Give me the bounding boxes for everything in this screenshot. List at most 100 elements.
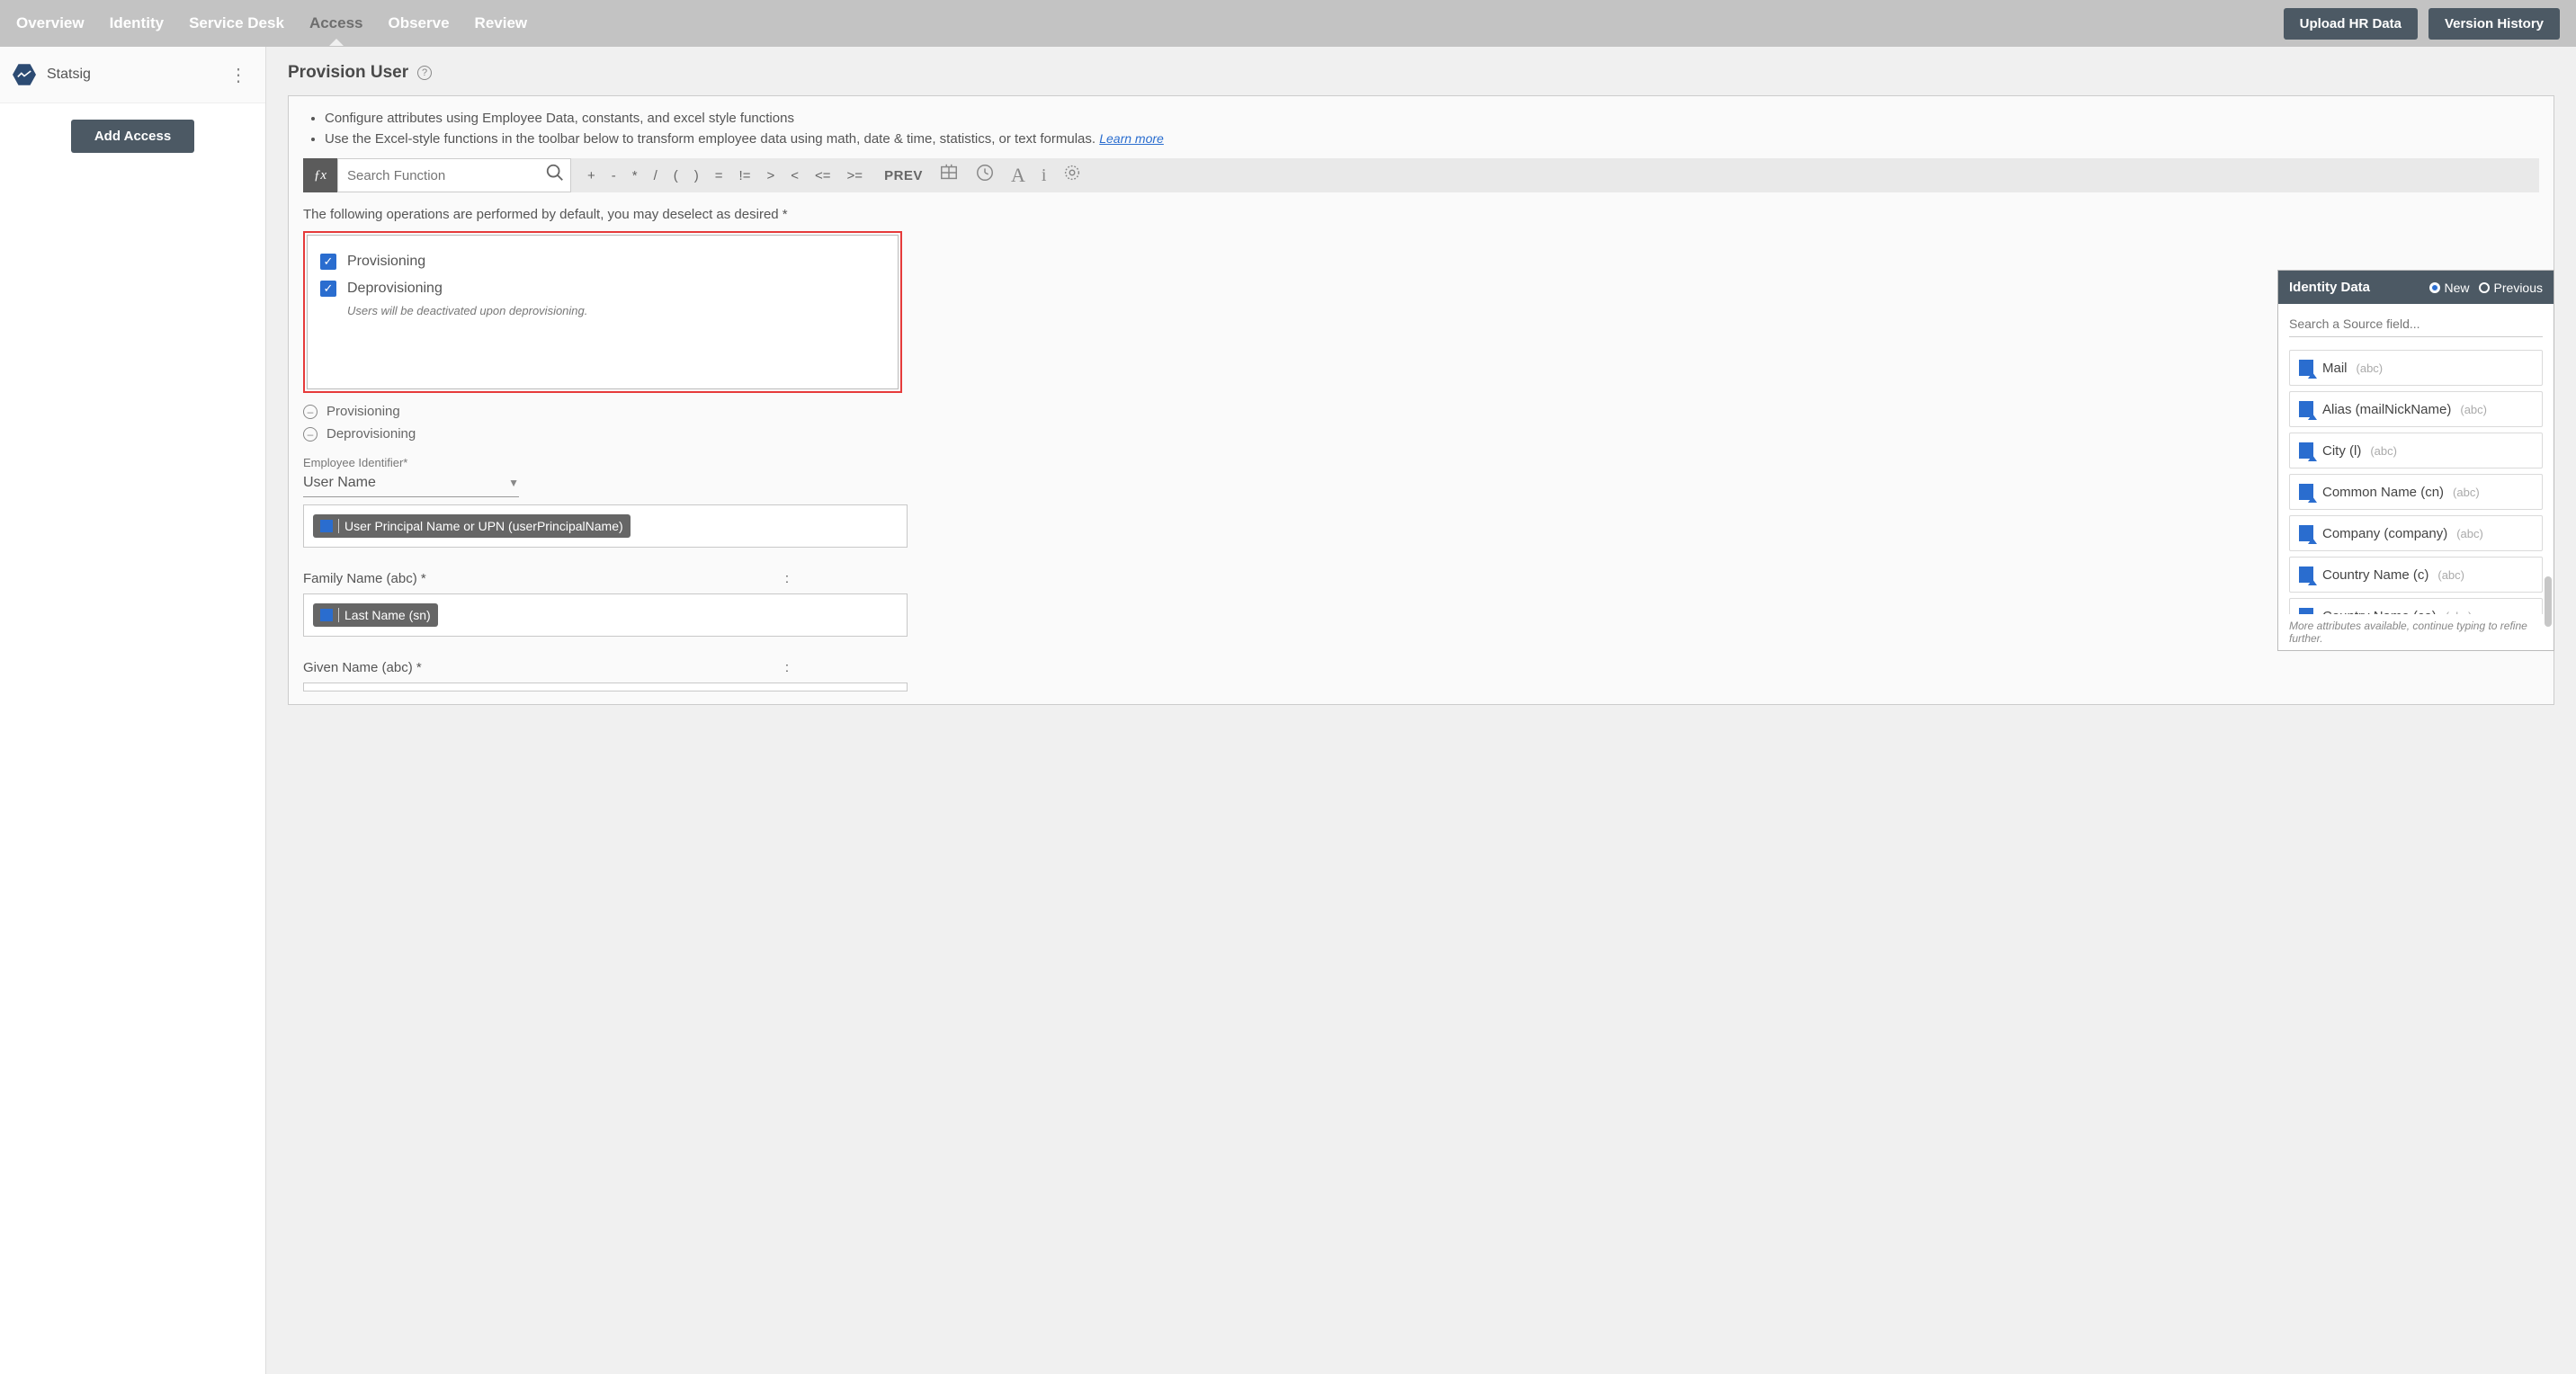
operator-bar: + - * / ( ) = != > < <= >= PREV bbox=[571, 163, 1098, 188]
deprovisioning-note: Users will be deactivated upon deprovisi… bbox=[347, 304, 885, 317]
tab-overview[interactable]: Overview bbox=[16, 2, 85, 45]
tab-access[interactable]: Access bbox=[309, 2, 363, 45]
source-icon bbox=[2299, 484, 2313, 500]
expand-provisioning-label: Provisioning bbox=[326, 404, 400, 419]
more-attributes-note: More attributes available, continue typi… bbox=[2278, 614, 2554, 650]
upn-chip-label: User Principal Name or UPN (userPrincipa… bbox=[338, 519, 623, 533]
grid-icon[interactable] bbox=[939, 163, 959, 188]
function-toolbar: ƒx + - * / ( ) = != > < bbox=[303, 158, 2539, 192]
op-mult[interactable]: * bbox=[632, 168, 638, 183]
kebab-menu-icon[interactable]: ⋮ bbox=[224, 64, 253, 86]
field-company[interactable]: Company (company)(abc) bbox=[2289, 515, 2543, 551]
family-name-token-input[interactable]: Last Name (sn) bbox=[303, 593, 908, 637]
settings-icon[interactable] bbox=[1062, 163, 1082, 188]
identity-search-input[interactable] bbox=[2289, 311, 2543, 337]
field-country-c[interactable]: Country Name (c)(abc) bbox=[2289, 557, 2543, 593]
provisioning-label: Provisioning bbox=[347, 254, 425, 270]
employee-identifier-select[interactable]: User Name ▼ bbox=[303, 469, 519, 497]
tab-review[interactable]: Review bbox=[475, 2, 528, 45]
family-name-label: Family Name (abc) * bbox=[303, 571, 426, 586]
add-access-button[interactable]: Add Access bbox=[71, 120, 194, 153]
source-icon bbox=[320, 609, 333, 621]
provisioning-checkbox[interactable] bbox=[320, 254, 336, 270]
field-country-co[interactable]: Country Name (co)(abc) bbox=[2289, 598, 2543, 614]
tab-identity[interactable]: Identity bbox=[110, 2, 164, 45]
given-name-token-input[interactable] bbox=[303, 683, 908, 691]
info-line-2: Use the Excel-style functions in the too… bbox=[325, 129, 2539, 150]
info-icon[interactable]: i bbox=[1042, 165, 1047, 186]
source-icon bbox=[2299, 567, 2313, 583]
fx-icon: ƒx bbox=[303, 158, 337, 192]
op-minus[interactable]: - bbox=[612, 168, 616, 183]
tab-observe[interactable]: Observe bbox=[389, 2, 450, 45]
op-gt[interactable]: > bbox=[766, 168, 774, 183]
op-plus[interactable]: + bbox=[587, 168, 595, 183]
learn-more-link[interactable]: Learn more bbox=[1099, 131, 1164, 146]
main-content: Provision User ? Configure attributes us… bbox=[266, 47, 2576, 1374]
help-icon[interactable]: ? bbox=[417, 66, 432, 80]
lastname-chip-label: Last Name (sn) bbox=[338, 608, 431, 622]
colon-separator: : bbox=[785, 571, 789, 586]
upn-chip[interactable]: User Principal Name or UPN (userPrincipa… bbox=[313, 514, 631, 538]
op-div[interactable]: / bbox=[654, 168, 657, 183]
op-gte[interactable]: >= bbox=[847, 168, 863, 183]
op-rparen[interactable]: ) bbox=[694, 168, 699, 183]
collapse-icon: – bbox=[303, 405, 318, 419]
employee-identifier-label: Employee Identifier* bbox=[303, 456, 2539, 469]
source-icon bbox=[2299, 360, 2313, 376]
lastname-chip[interactable]: Last Name (sn) bbox=[313, 603, 438, 627]
sidebar: Statsig ⋮ Add Access bbox=[0, 47, 266, 1374]
config-panel: Configure attributes using Employee Data… bbox=[288, 95, 2554, 705]
identity-panel-title: Identity Data bbox=[2289, 280, 2420, 295]
deprovisioning-label: Deprovisioning bbox=[347, 281, 443, 297]
identity-field-list[interactable]: Mail(abc) Alias (mailNickName)(abc) City… bbox=[2278, 344, 2554, 614]
source-icon bbox=[2299, 525, 2313, 541]
nav-tabs: Overview Identity Service Desk Access Ob… bbox=[16, 2, 2284, 45]
search-icon[interactable] bbox=[545, 163, 565, 188]
operations-instruction: The following operations are performed b… bbox=[303, 207, 2539, 222]
colon-separator: : bbox=[785, 660, 789, 675]
tab-service-desk[interactable]: Service Desk bbox=[189, 2, 284, 45]
collapse-icon: – bbox=[303, 427, 318, 442]
info-line-1: Configure attributes using Employee Data… bbox=[325, 109, 2539, 129]
scrollbar-thumb[interactable] bbox=[2545, 576, 2552, 627]
expand-deprovisioning[interactable]: – Deprovisioning bbox=[303, 426, 2539, 442]
field-common-name[interactable]: Common Name (cn)(abc) bbox=[2289, 474, 2543, 510]
source-icon bbox=[2299, 401, 2313, 417]
employee-identifier-value: User Name bbox=[303, 475, 376, 491]
field-alias[interactable]: Alias (mailNickName)(abc) bbox=[2289, 391, 2543, 427]
upload-hr-data-button[interactable]: Upload HR Data bbox=[2284, 8, 2418, 40]
app-logo-icon bbox=[13, 63, 36, 86]
text-icon[interactable]: A bbox=[1011, 164, 1025, 187]
upn-token-input[interactable]: User Principal Name or UPN (userPrincipa… bbox=[303, 504, 908, 548]
op-lparen[interactable]: ( bbox=[674, 168, 678, 183]
top-nav: Overview Identity Service Desk Access Ob… bbox=[0, 0, 2576, 47]
field-mail[interactable]: Mail(abc) bbox=[2289, 350, 2543, 386]
source-icon bbox=[2299, 608, 2313, 614]
chevron-down-icon: ▼ bbox=[508, 477, 519, 489]
highlighted-operations-box: Provisioning Deprovisioning Users will b… bbox=[303, 231, 902, 393]
page-title: Provision User bbox=[288, 63, 408, 83]
expand-provisioning[interactable]: – Provisioning bbox=[303, 404, 2539, 419]
deprovisioning-checkbox[interactable] bbox=[320, 281, 336, 297]
identity-data-panel: Identity Data New Previous Mail(abc) Ali… bbox=[2277, 270, 2554, 651]
prev-button[interactable]: PREV bbox=[884, 168, 923, 183]
function-search[interactable] bbox=[337, 158, 571, 192]
function-search-input[interactable] bbox=[338, 161, 570, 191]
op-lte[interactable]: <= bbox=[815, 168, 831, 183]
app-name: Statsig bbox=[47, 67, 224, 83]
field-city[interactable]: City (l)(abc) bbox=[2289, 433, 2543, 468]
radio-new[interactable]: New bbox=[2429, 281, 2470, 295]
clock-icon[interactable] bbox=[975, 163, 995, 188]
radio-previous[interactable]: Previous bbox=[2479, 281, 2543, 295]
op-eq[interactable]: = bbox=[715, 168, 723, 183]
op-lt[interactable]: < bbox=[791, 168, 799, 183]
op-neq[interactable]: != bbox=[739, 168, 751, 183]
nav-buttons: Upload HR Data Version History bbox=[2284, 8, 2560, 40]
source-icon bbox=[2299, 442, 2313, 459]
given-name-label: Given Name (abc) * bbox=[303, 660, 422, 675]
app-row[interactable]: Statsig ⋮ bbox=[0, 47, 265, 103]
source-icon bbox=[320, 520, 333, 532]
version-history-button[interactable]: Version History bbox=[2428, 8, 2560, 40]
expand-deprovisioning-label: Deprovisioning bbox=[326, 426, 416, 442]
